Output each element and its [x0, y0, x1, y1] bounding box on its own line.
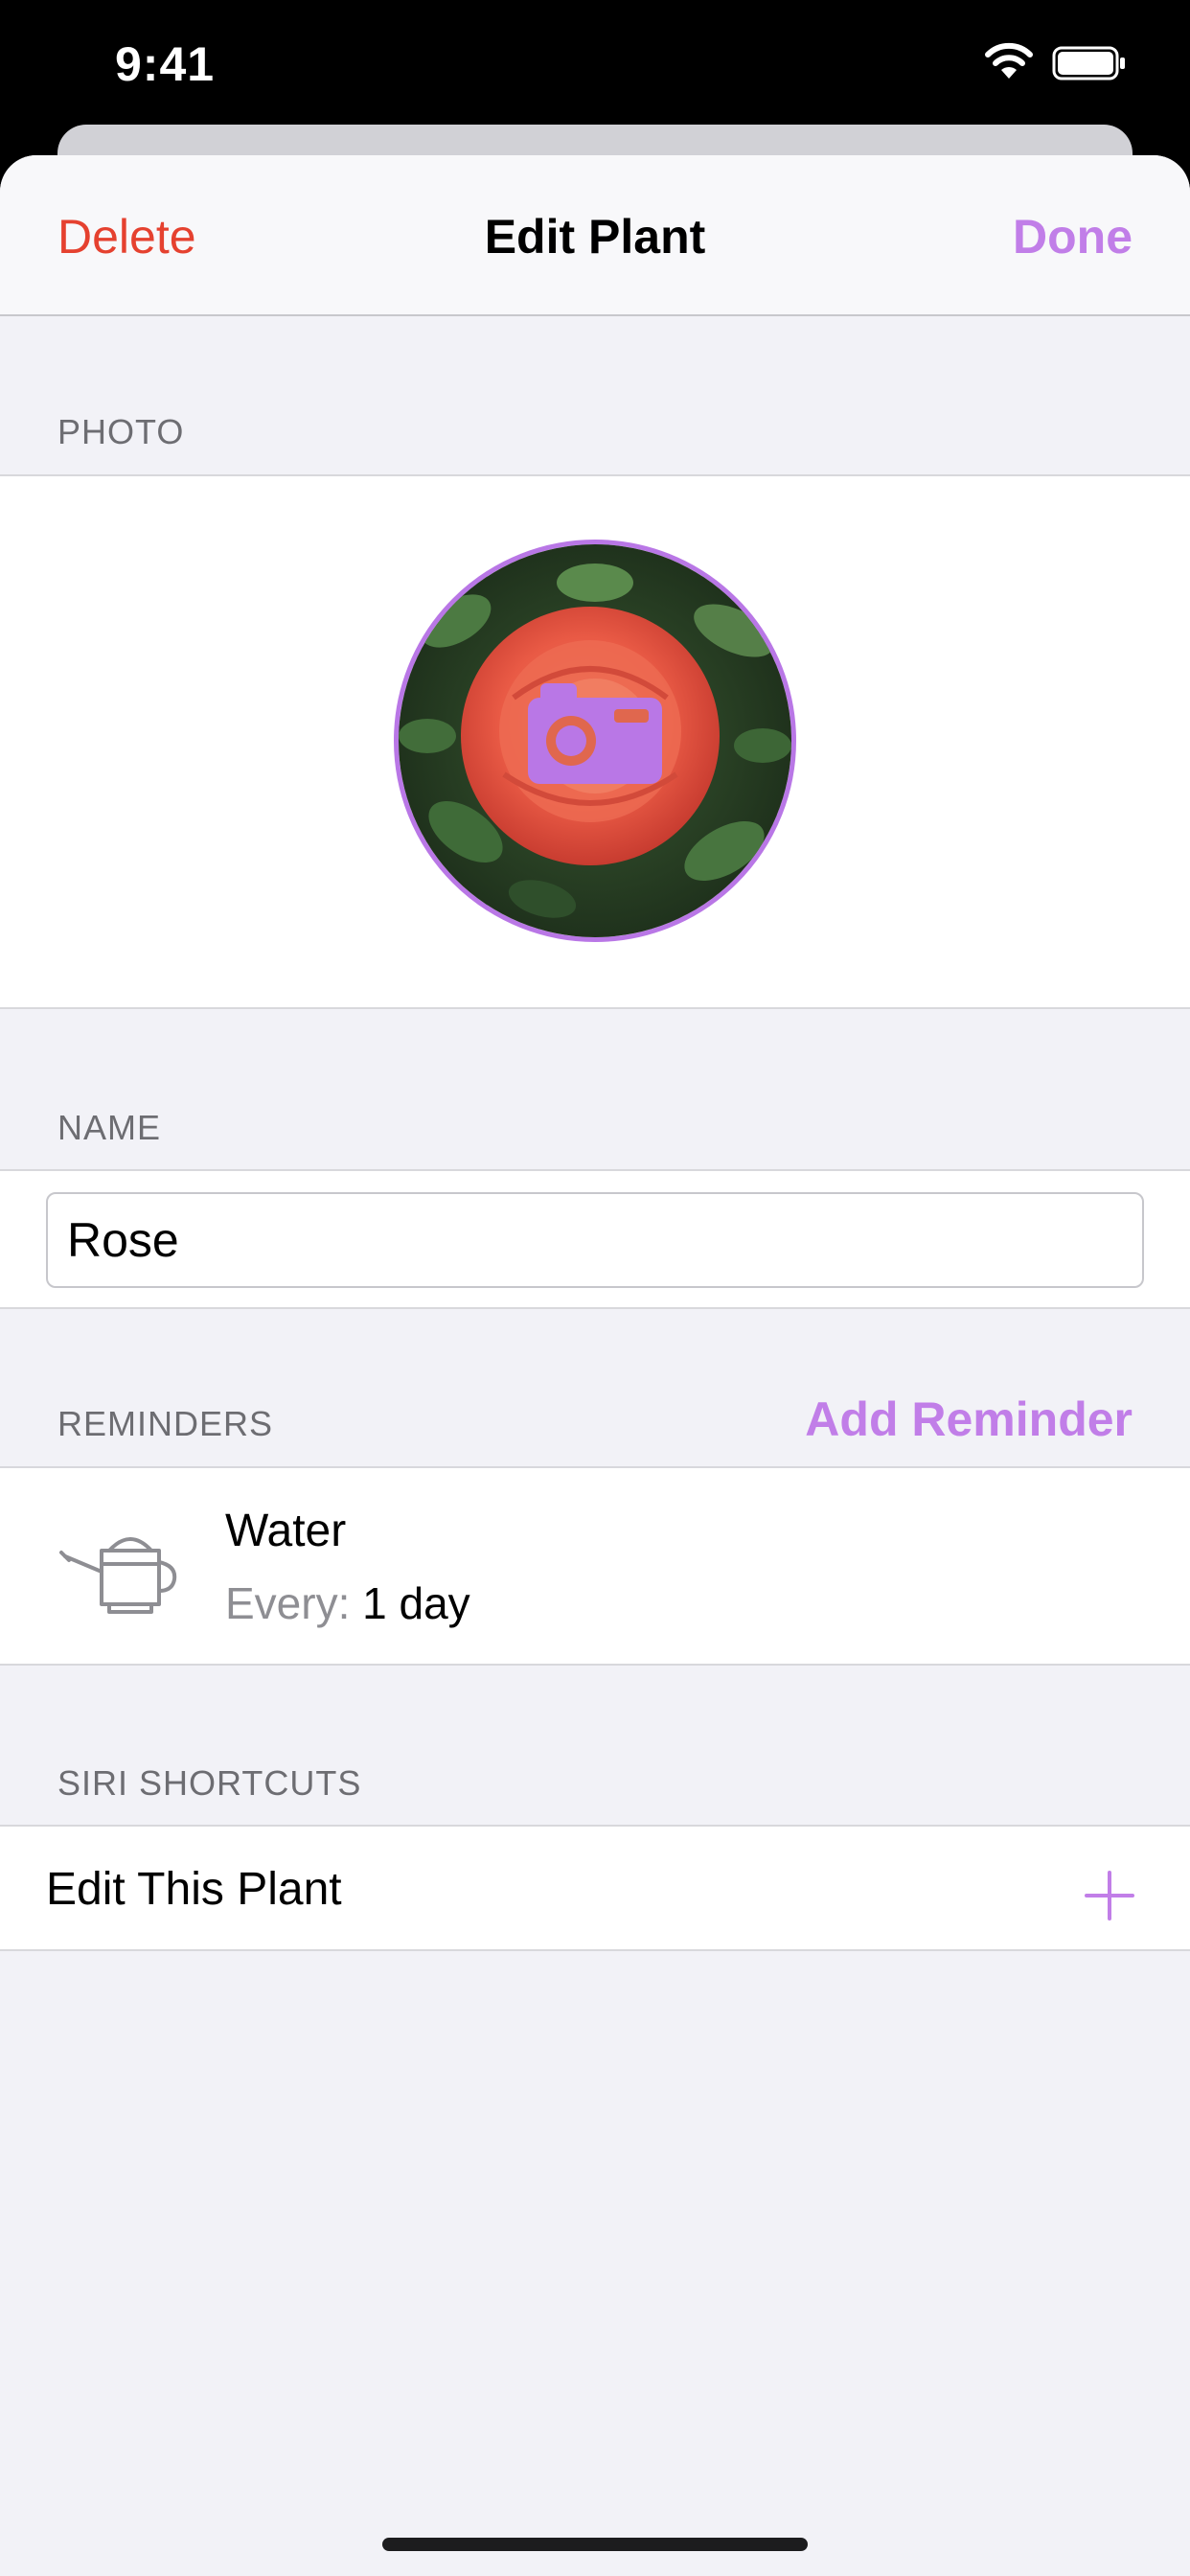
wifi-icon [982, 42, 1036, 85]
name-section-header: NAME [57, 1108, 162, 1147]
siri-shortcut-label: Edit This Plant [46, 1864, 342, 1915]
status-time: 9:41 [115, 37, 216, 91]
photo-group [0, 474, 1190, 1009]
photo-section-header: PHOTO [57, 412, 185, 451]
reminder-title: Water [225, 1506, 347, 1556]
siri-section-header: SIRI SHORTCUTS [57, 1763, 362, 1803]
navigation-bar: Delete Edit Plant Done [0, 155, 1190, 316]
reminders-section-header: REMINDERS [57, 1404, 274, 1443]
siri-shortcut-row[interactable]: Edit This Plant [0, 1827, 1190, 1949]
siri-group: Edit This Plant [0, 1825, 1190, 1951]
watering-can-icon [59, 1522, 178, 1619]
edit-plant-sheet: Delete Edit Plant Done PHOTO NAME Rose R… [0, 155, 1190, 2576]
reminder-every-label: Every: [225, 1578, 351, 1628]
plus-icon[interactable] [1085, 1871, 1134, 1925]
plant-photo-button[interactable] [394, 540, 796, 942]
done-button[interactable]: Done [1013, 209, 1133, 264]
battery-icon [1052, 46, 1127, 85]
camera-icon [528, 683, 662, 784]
delete-button[interactable]: Delete [57, 209, 196, 264]
home-indicator[interactable] [382, 2538, 808, 2551]
plant-name-field[interactable] [46, 1192, 1144, 1288]
list-item[interactable]: Water Every: 1 day [0, 1468, 1190, 1664]
status-bar: 9:41 [0, 0, 1190, 134]
name-group [0, 1169, 1190, 1309]
reminders-group: Water Every: 1 day [0, 1466, 1190, 1666]
add-reminder-button[interactable]: Add Reminder [805, 1392, 1133, 1447]
reminder-interval-value: 1 day [362, 1578, 470, 1628]
reminder-interval: Every: 1 day [225, 1577, 470, 1629]
